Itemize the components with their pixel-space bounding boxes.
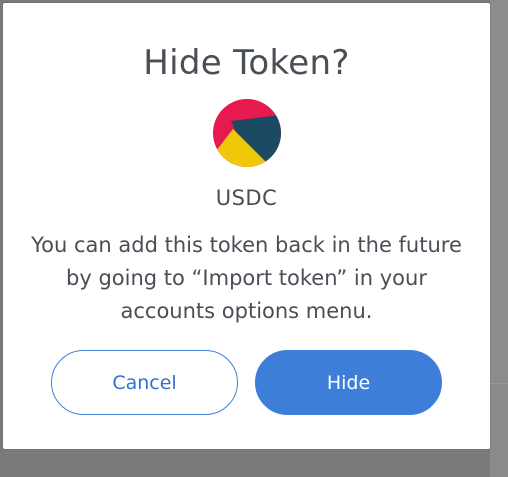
hide-token-dialog: Hide Token? USDC You can add this token …	[3, 3, 490, 449]
hide-button[interactable]: Hide	[255, 350, 442, 415]
message-line: accounts options menu.	[120, 299, 373, 323]
background-panel	[490, 0, 508, 384]
dialog-title: Hide Token?	[143, 43, 350, 83]
token-identicon-icon	[213, 99, 281, 167]
message-line: by going to “Import token” in your	[66, 266, 427, 290]
cancel-button[interactable]: Cancel	[51, 350, 238, 415]
token-symbol: USDC	[215, 186, 278, 210]
dialog-message: You can add this token back in the futur…	[3, 229, 490, 328]
background-divider	[490, 383, 508, 384]
message-line: You can add this token back in the futur…	[31, 233, 462, 257]
